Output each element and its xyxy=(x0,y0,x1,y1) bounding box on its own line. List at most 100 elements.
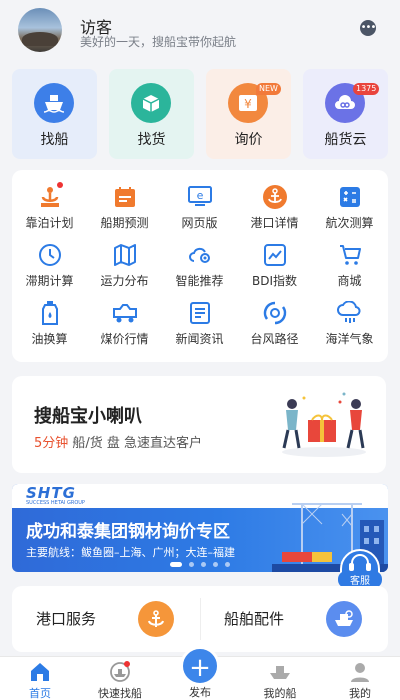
more-icon[interactable]: ••• xyxy=(360,20,376,36)
desktop-web-icon: e xyxy=(187,184,213,210)
grid-item-label: 台风路径 xyxy=(250,332,299,346)
top-card-label: 询价 xyxy=(234,132,263,148)
fast-ship-icon xyxy=(108,661,132,683)
service-label: 船舶配件 xyxy=(224,610,285,628)
avatar[interactable] xyxy=(18,8,62,52)
weather-icon xyxy=(337,300,363,326)
grid-item-label: 航次测算 xyxy=(325,216,374,230)
grid-item-label: 滞期计算 xyxy=(25,274,74,288)
port-services-card[interactable]: 港口服务 xyxy=(12,586,200,652)
tools-grid: 靠泊计划 船期预测 e 网页版 港口详情 航次测算 滞期计算 运力分布 智能推荐… xyxy=(12,170,388,362)
grid-item-label: 海洋气象 xyxy=(325,332,374,346)
carousel-dot-active[interactable] xyxy=(170,562,182,567)
nav-fast-find-ship[interactable]: 快速找船 xyxy=(80,657,160,700)
grid-item-schedule-forecast[interactable]: 船期预测 xyxy=(87,176,162,234)
grid-item-label: 油换算 xyxy=(31,332,68,346)
user-icon xyxy=(348,661,372,683)
top-cards: 找船 找货 ¥ NEW 询价 1375 船货云 xyxy=(12,69,388,159)
grid-item-label: 商城 xyxy=(337,274,362,288)
news-icon xyxy=(187,300,213,326)
grid-item-mall[interactable]: 商城 xyxy=(312,234,387,292)
grid-item-typhoon-path[interactable]: 台风路径 xyxy=(237,292,312,350)
cart-icon xyxy=(337,242,363,268)
ship-parts-card[interactable]: 船舶配件 xyxy=(200,586,388,652)
grid-item-demurrage-calc[interactable]: 滞期计算 xyxy=(12,234,87,292)
nav-me[interactable]: 我的 xyxy=(320,657,400,700)
top-card-label: 船货云 xyxy=(324,132,367,148)
grid-item-label: 运力分布 xyxy=(100,274,149,288)
clock-icon xyxy=(37,242,63,268)
carousel-dot[interactable] xyxy=(201,562,206,567)
my-ship-icon xyxy=(268,661,292,683)
ship-parts-icon xyxy=(326,601,362,637)
grid-item-label: 智能推荐 xyxy=(175,274,224,288)
carousel-dot[interactable] xyxy=(213,562,218,567)
grid-item-coal-price[interactable]: 煤价行情 xyxy=(87,292,162,350)
top-card-find-cargo[interactable]: 找货 xyxy=(109,69,194,159)
publish-button[interactable]: + xyxy=(180,646,220,686)
carousel-dot[interactable] xyxy=(189,562,194,567)
coal-truck-icon xyxy=(112,300,138,326)
grid-item-voyage-calc[interactable]: 航次测算 xyxy=(312,176,387,234)
grid-item-capacity-distribution[interactable]: 运力分布 xyxy=(87,234,162,292)
promo-title: 搜船宝小喇叭 xyxy=(34,406,142,427)
carousel-dot[interactable] xyxy=(225,562,230,567)
nav-label: 我的 xyxy=(349,687,371,700)
calculator-icon xyxy=(337,184,363,210)
home-icon xyxy=(28,661,52,683)
promo-subtitle-text: 船/货 盘 急速直达客户 xyxy=(68,436,203,451)
grid-item-label: 船期预测 xyxy=(100,216,149,230)
header: 访客 美好的一天，搜船宝带你起航 ••• xyxy=(0,0,400,62)
promo-illustration xyxy=(282,392,366,457)
typhoon-icon xyxy=(262,300,288,326)
carousel-dots[interactable] xyxy=(12,562,388,567)
calendar-icon xyxy=(112,184,138,210)
notification-dot xyxy=(57,182,63,188)
top-card-label: 找船 xyxy=(40,132,69,148)
nav-label: 首页 xyxy=(29,687,51,700)
bdi-index-icon xyxy=(262,242,288,268)
grid-item-web-version[interactable]: e 网页版 xyxy=(162,176,237,234)
customer-service-button[interactable]: 客服 xyxy=(338,549,382,589)
oil-bottle-icon xyxy=(37,300,63,326)
services-panel: 港口服务 船舶配件 xyxy=(12,586,388,652)
grid-item-label: 港口详情 xyxy=(250,216,299,230)
grid-item-label: 网页版 xyxy=(181,216,218,230)
grid-item-ocean-weather[interactable]: 海洋气象 xyxy=(312,292,387,350)
count-badge: 1375 xyxy=(353,83,380,95)
svg-text:e: e xyxy=(197,189,204,202)
grid-item-port-details[interactable]: 港口详情 xyxy=(237,176,312,234)
grid-item-bdi-index[interactable]: BDI指数 xyxy=(237,234,312,292)
grid-item-oil-conversion[interactable]: 油换算 xyxy=(12,292,87,350)
grid-item-smart-recommend[interactable]: 智能推荐 xyxy=(162,234,237,292)
ship-icon xyxy=(34,83,74,123)
nav-label: 快速找船 xyxy=(98,687,142,700)
grid-item-berth-plan[interactable]: 靠泊计划 xyxy=(12,176,87,234)
top-card-ship-cargo-cloud[interactable]: 1375 船货云 xyxy=(303,69,388,159)
promo-card[interactable]: 搜船宝小喇叭 5分钟 船/货 盘 急速直达客户 xyxy=(12,376,386,473)
grid-item-news[interactable]: 新闻资讯 xyxy=(162,292,237,350)
nav-label: 我的船 xyxy=(263,687,297,700)
grid-item-label: BDI指数 xyxy=(251,274,297,288)
ad-banner[interactable]: SHTG SUCCESS HETAI GROUP 成功和泰集团钢材询价专区 主要… xyxy=(12,484,388,572)
anchor-icon xyxy=(262,184,288,210)
service-label: 港口服务 xyxy=(36,610,97,628)
top-card-find-ship[interactable]: 找船 xyxy=(12,69,97,159)
promo-highlight: 5分钟 xyxy=(34,436,69,451)
nav-my-ship[interactable]: 我的船 xyxy=(240,657,320,700)
banner-logo-subtitle: SUCCESS HETAI GROUP xyxy=(26,500,85,506)
svg-text:¥: ¥ xyxy=(244,97,252,111)
promo-subtitle: 5分钟 船/货 盘 急速直达客户 xyxy=(34,432,202,451)
user-subtitle: 美好的一天，搜船宝带你起航 xyxy=(80,35,237,49)
new-badge: NEW xyxy=(256,83,281,95)
smart-recommend-icon xyxy=(187,242,213,268)
cargo-box-icon xyxy=(131,83,171,123)
map-icon xyxy=(112,242,138,268)
grid-item-label: 新闻资讯 xyxy=(175,332,224,346)
anchor-icon xyxy=(138,601,174,637)
nav-home[interactable]: 首页 xyxy=(0,657,80,700)
top-card-label: 找货 xyxy=(137,132,166,148)
banner-title: 成功和泰集团钢材询价专区 xyxy=(26,522,230,542)
grid-item-label: 靠泊计划 xyxy=(25,216,74,230)
top-card-inquiry[interactable]: ¥ NEW 询价 xyxy=(206,69,291,159)
